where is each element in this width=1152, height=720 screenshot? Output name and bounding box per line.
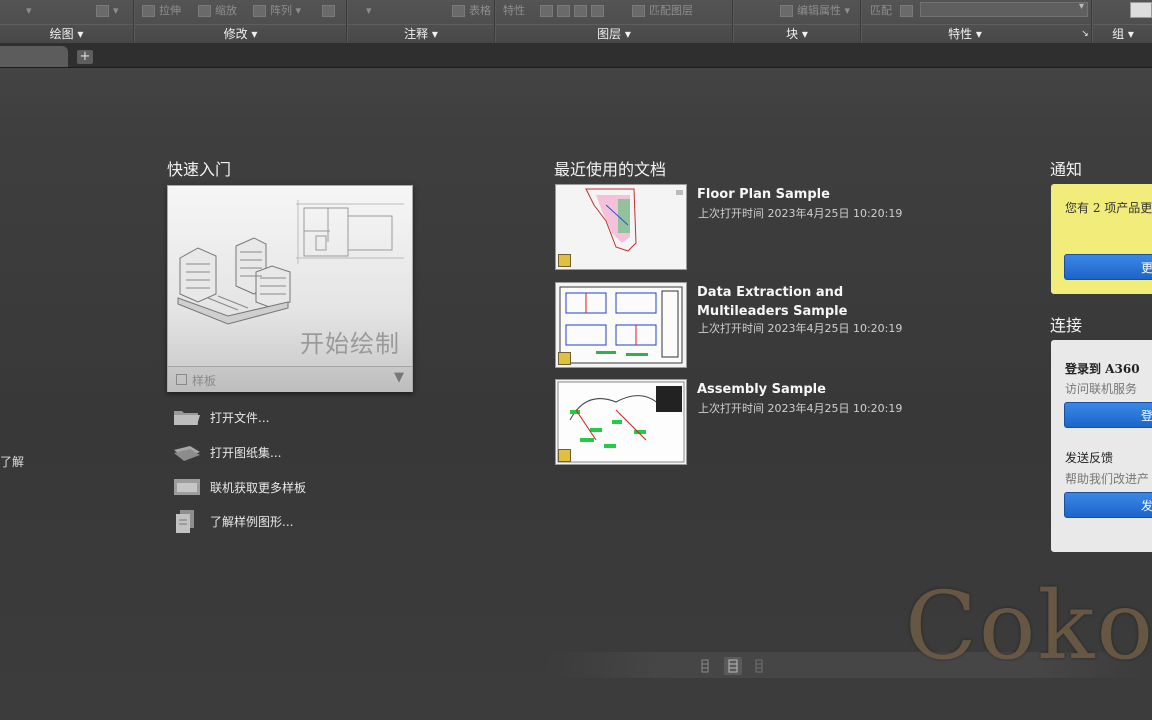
send-feedback-button[interactable]: 发 <box>1064 492 1152 518</box>
panel-draw[interactable]: 绘图 ▾ <box>0 25 133 43</box>
group-tool-icon[interactable] <box>1130 2 1152 18</box>
data-extraction-thumbnail <box>559 286 683 364</box>
page-dot-icon[interactable] <box>752 659 766 673</box>
panel-block[interactable]: 块 ▾ <box>734 25 860 43</box>
scale-tool[interactable]: 缩放 <box>198 3 237 19</box>
start-drawing-card[interactable]: 开始绘制 样板 ▼ <box>167 185 413 392</box>
start-drawing-label: 开始绘制 <box>300 330 400 358</box>
floor-plan-thumbnail <box>585 188 683 252</box>
modify-extra-icon[interactable] <box>322 3 339 19</box>
table-tool[interactable]: 表格 <box>452 3 491 19</box>
dwg-file-icon <box>558 254 571 267</box>
quick-start-title: 快速入门 <box>167 160 232 179</box>
recent-doc-opened: 上次打开时间 2023年4月25日 10:20:19 <box>698 207 903 220</box>
edit-attributes-icon <box>780 5 793 17</box>
match-properties-tool[interactable]: 匹配 <box>870 3 892 19</box>
edit-attributes-tool[interactable]: 编辑属性 ▾ <box>780 3 850 19</box>
panel-divider <box>732 0 734 42</box>
template-icon <box>176 374 187 385</box>
table-icon <box>452 5 465 17</box>
assembly-thumbnail <box>557 381 685 463</box>
recent-doc-opened: 上次打开时间 2023年4月25日 10:20:19 <box>698 402 903 415</box>
stretch-icon <box>142 5 155 17</box>
draw-tool-icon[interactable]: ▾ <box>96 3 119 19</box>
recent-doc-thumbnail[interactable] <box>555 379 687 465</box>
feedback-title: 发送反馈 <box>1065 451 1114 465</box>
recent-doc-name[interactable]: Floor Plan Sample <box>697 185 830 204</box>
panel-divider <box>860 0 862 42</box>
layer-properties-tool[interactable]: 特性 <box>503 3 525 19</box>
ribbon-tools-row: ▾ ▾ 拉伸 缩放 阵列 ▾ ▾ 表格 特性 匹配图层 编辑属性 ▾ 匹配 <box>0 0 1152 24</box>
notifications-panel: 您有 2 项产品更 更 <box>1051 184 1152 294</box>
new-tab-button[interactable]: + <box>77 50 93 64</box>
panel-divider <box>346 0 348 42</box>
a360-login-subtitle: 访问联机服务 <box>1065 382 1138 396</box>
plus-icon: + <box>79 49 91 64</box>
watermark-text: Coko <box>905 572 1152 681</box>
annotation-dropdown[interactable]: ▾ <box>366 3 372 19</box>
login-button[interactable]: 登 <box>1064 402 1152 428</box>
panel-group[interactable]: 组 ▾ <box>1094 25 1152 43</box>
panel-modify[interactable]: 修改 ▾ <box>135 25 346 43</box>
template-label: 样板 <box>192 374 217 388</box>
chevron-down-icon: ▼ <box>394 370 404 385</box>
a360-login-title: 登录到 A360 <box>1065 362 1140 376</box>
stretch-tool[interactable]: 拉伸 <box>142 3 181 19</box>
template-dropdown[interactable]: 样板 ▼ <box>168 366 412 392</box>
array-icon <box>253 5 266 17</box>
panel-divider <box>133 0 135 42</box>
recent-doc-thumbnail[interactable] <box>555 282 687 368</box>
connect-panel: 登录到 A360 访问联机服务 登 发送反馈 帮助我们改进产 发 <box>1051 340 1152 552</box>
properties-dropdown[interactable] <box>920 1 1088 17</box>
recent-doc-name[interactable]: Assembly Sample <box>697 380 826 399</box>
folder-icon <box>174 411 200 425</box>
panel-layers[interactable]: 图层 ▾ <box>496 25 732 43</box>
sample-drawings-icon <box>176 510 194 533</box>
panel-annotation[interactable]: 注释 ▾ <box>348 25 494 43</box>
ribbon-panel-labels: 绘图 ▾ 修改 ▾ 注释 ▾ 图层 ▾ 块 ▾ 特性 ▾ ↘ 组 ▾ <box>0 24 1152 43</box>
sheet-set-icon <box>174 446 200 461</box>
online-templates-icon <box>174 479 200 495</box>
match-layer-icon <box>632 5 645 17</box>
dwg-file-icon <box>558 352 571 365</box>
ribbon: ▾ ▾ 拉伸 缩放 阵列 ▾ ▾ 表格 特性 匹配图层 编辑属性 ▾ 匹配 绘图… <box>0 0 1152 43</box>
start-tab[interactable] <box>0 46 68 67</box>
panel-divider <box>494 0 496 42</box>
panel-properties[interactable]: 特性 ▾ <box>862 25 1068 43</box>
connect-title: 连接 <box>1050 316 1083 335</box>
recent-docs-title: 最近使用的文档 <box>554 160 667 179</box>
array-tool[interactable]: 阵列 ▾ <box>253 3 301 19</box>
list-icon[interactable] <box>900 3 917 19</box>
feedback-subtitle: 帮助我们改进产 <box>1065 472 1150 486</box>
notifications-title: 通知 <box>1050 160 1083 179</box>
scale-icon <box>198 5 211 17</box>
learn-link-cut[interactable]: 了解 <box>0 453 24 470</box>
notification-text: 您有 2 项产品更 <box>1065 201 1152 215</box>
file-tab-strip: + <box>0 43 1152 68</box>
properties-launcher-icon[interactable]: ↘ <box>1080 25 1090 43</box>
panel-divider <box>1091 0 1093 42</box>
page-dot-active-icon[interactable] <box>724 657 742 675</box>
dwg-file-icon <box>558 449 571 462</box>
update-button[interactable]: 更 <box>1064 254 1152 280</box>
page-dot-icon[interactable] <box>698 659 712 673</box>
draw-dropdown-arrow[interactable]: ▾ <box>26 3 32 19</box>
recent-doc-thumbnail[interactable] <box>555 184 687 270</box>
recent-doc-opened: 上次打开时间 2023年4月25日 10:20:19 <box>698 322 903 335</box>
layer-tool-icons[interactable] <box>540 3 608 19</box>
recent-doc-name[interactable]: Data Extraction and Multileaders Sample <box>697 283 847 321</box>
match-layer-tool[interactable]: 匹配图层 <box>632 3 693 19</box>
